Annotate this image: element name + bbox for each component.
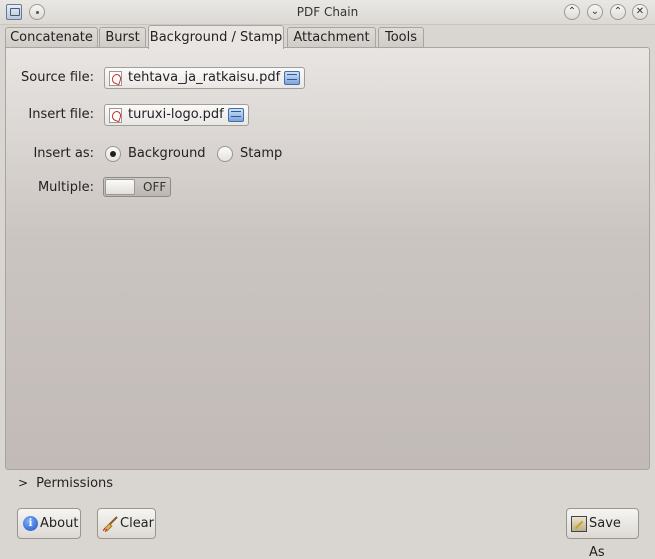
about-label: About bbox=[40, 516, 79, 531]
source-file-label: Source file: bbox=[21, 70, 94, 85]
tab-burst[interactable]: Burst bbox=[99, 27, 146, 48]
open-folder-icon bbox=[284, 71, 301, 85]
info-icon: i bbox=[23, 516, 38, 531]
clear-label: Clear bbox=[120, 516, 154, 531]
stamp-radio[interactable] bbox=[217, 146, 233, 162]
multiple-label: Multiple: bbox=[37, 180, 94, 195]
save-as-label: Save As bbox=[589, 516, 621, 559]
multiple-toggle[interactable]: OFF bbox=[103, 177, 171, 197]
pdf-file-icon bbox=[109, 108, 122, 123]
minimize-window-icon[interactable]: ⌄ bbox=[587, 4, 603, 20]
open-folder-icon bbox=[227, 108, 244, 122]
shade-window-icon[interactable]: ⌃ bbox=[564, 4, 580, 20]
save-as-icon bbox=[571, 516, 587, 532]
pdf-file-icon bbox=[109, 71, 122, 86]
insert-file-button[interactable]: turuxi-logo.pdf bbox=[104, 104, 249, 126]
source-file-button[interactable]: tehtava_ja_ratkaisu.pdf bbox=[104, 67, 306, 89]
permissions-expander[interactable]: > Permissions bbox=[18, 476, 113, 491]
tab-attachment[interactable]: Attachment bbox=[287, 27, 376, 48]
source-file-value: tehtava_ja_ratkaisu.pdf bbox=[128, 70, 281, 85]
toggle-state: OFF bbox=[143, 180, 167, 194]
tab-tools[interactable]: Tools bbox=[378, 27, 424, 48]
background-radio-label[interactable]: Background bbox=[128, 146, 206, 161]
about-button[interactable]: i About bbox=[17, 508, 81, 539]
clear-button[interactable]: Clear bbox=[97, 508, 156, 539]
broom-icon bbox=[102, 516, 118, 532]
background-stamp-panel: Source file: tehtava_ja_ratkaisu.pdf Ins… bbox=[5, 47, 650, 470]
toggle-knob[interactable] bbox=[105, 179, 135, 195]
close-window-icon[interactable]: ✕ bbox=[632, 4, 648, 20]
window-title: PDF Chain bbox=[296, 5, 359, 19]
background-radio[interactable] bbox=[105, 146, 121, 162]
stamp-radio-label[interactable]: Stamp bbox=[240, 146, 282, 161]
tab-concatenate[interactable]: Concatenate bbox=[5, 27, 98, 48]
insert-file-label: Insert file: bbox=[28, 107, 94, 122]
permissions-label: Permissions bbox=[36, 476, 114, 491]
title-bar: PDF Chain ⌃ ⌄ ⌃ ✕ bbox=[0, 0, 655, 25]
tab-background-stamp[interactable]: Background / Stamp bbox=[148, 25, 284, 49]
chevron-right-icon: > bbox=[18, 476, 29, 490]
save-as-button[interactable]: Save As bbox=[566, 508, 639, 559]
insert-file-value: turuxi-logo.pdf bbox=[128, 107, 224, 122]
maximize-window-icon[interactable]: ⌃ bbox=[610, 4, 626, 20]
insert-as-label: Insert as: bbox=[33, 146, 94, 161]
